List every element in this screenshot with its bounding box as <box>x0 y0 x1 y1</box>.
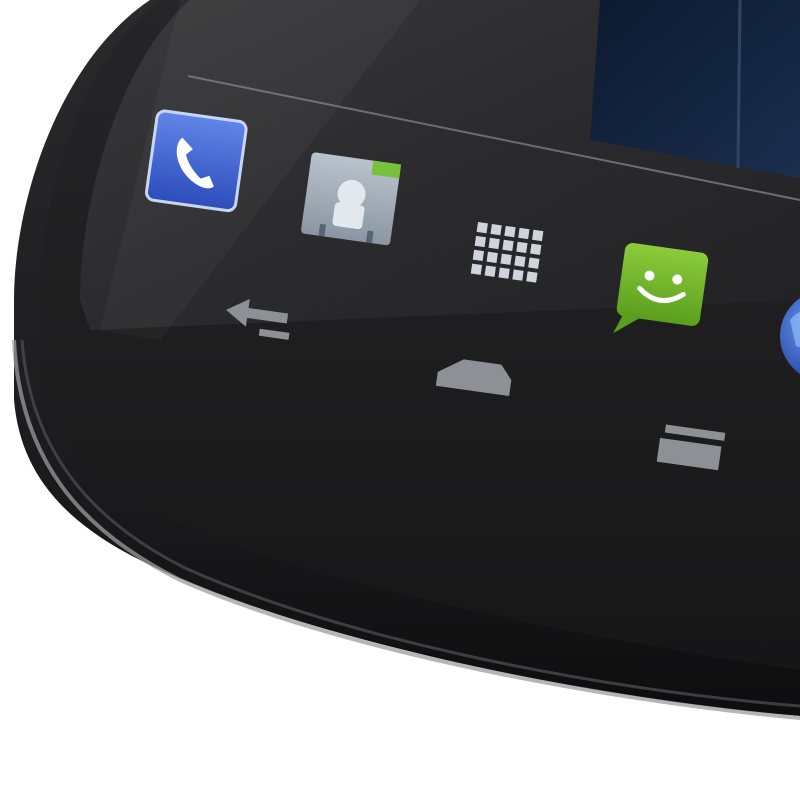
phone-illustration <box>12 0 800 720</box>
contacts-icon[interactable] <box>301 152 402 246</box>
phone-photo <box>0 0 800 800</box>
panel-divider <box>736 0 742 169</box>
